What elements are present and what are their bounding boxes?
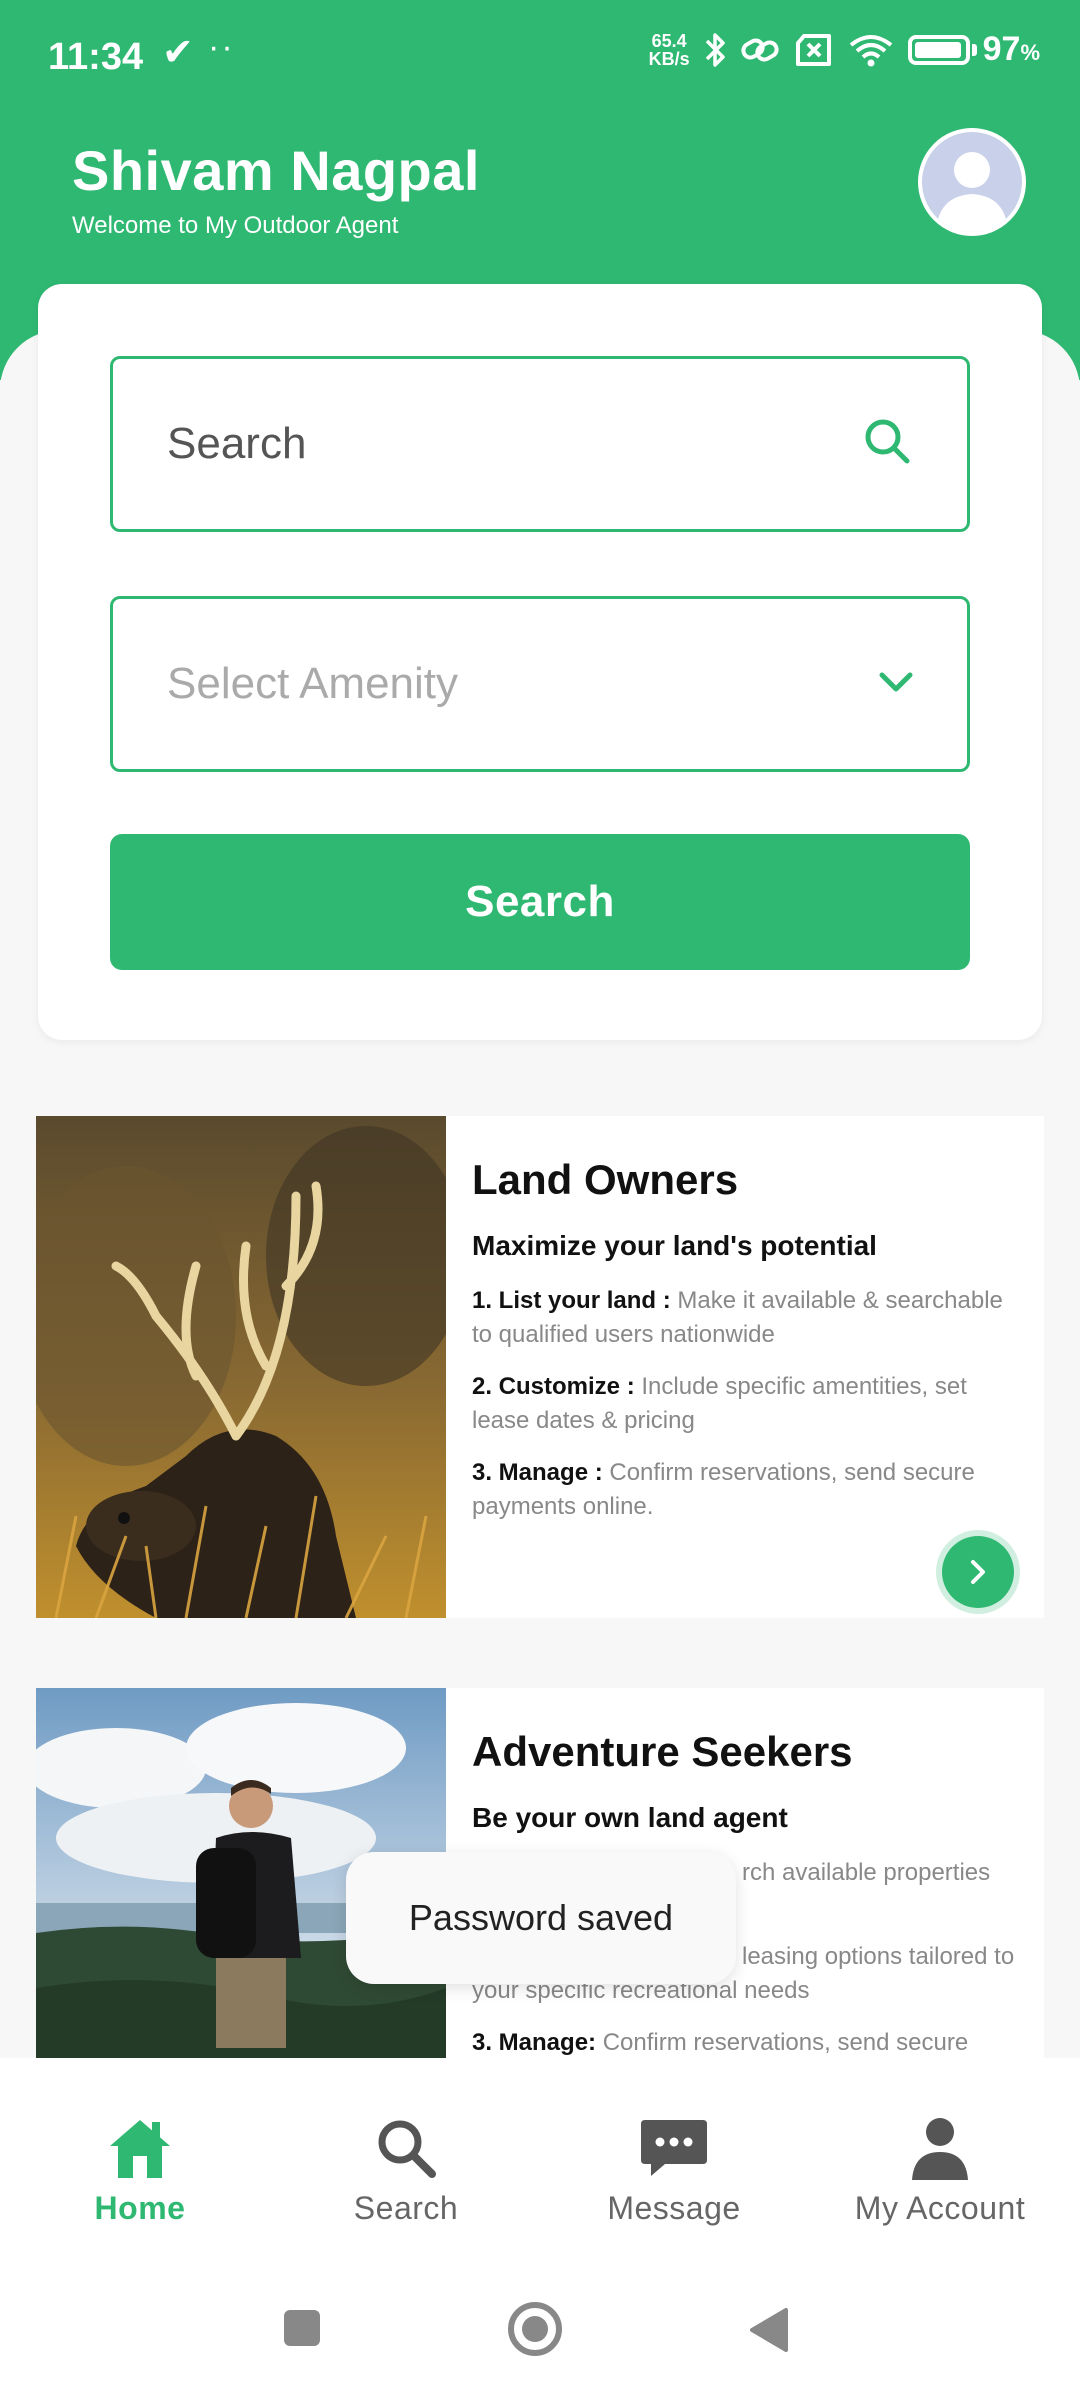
feature-step: 3. Manage: Confirm reservations, send se… bbox=[472, 2029, 969, 2056]
chevron-right-icon bbox=[971, 1560, 985, 1584]
nav-message-label: Message bbox=[607, 2190, 741, 2226]
search-input-placeholder: Search bbox=[167, 419, 307, 468]
feature-step: 3. Manage : Confirm reservations, send s… bbox=[472, 1459, 975, 1520]
back-button[interactable] bbox=[746, 2306, 790, 2359]
search-button[interactable]: Search bbox=[110, 834, 970, 970]
back-triangle-icon bbox=[750, 2308, 788, 2352]
nav-search-label: Search bbox=[353, 2190, 459, 2226]
search-card: Search Select Amenity Search bbox=[38, 284, 1042, 1040]
nav-account-label: My Account bbox=[854, 2190, 1026, 2226]
feature-title: Adventure Seekers bbox=[472, 1728, 853, 1775]
user-name: Shivam Nagpal bbox=[72, 139, 480, 202]
chat-bubble-icon bbox=[641, 2120, 707, 2176]
bluetooth-icon bbox=[704, 32, 726, 68]
recents-button[interactable] bbox=[280, 2306, 324, 2355]
feature-step: 1. List your land : Make it available & … bbox=[472, 1287, 1003, 1348]
bottom-nav: Home Search Message My Account bbox=[0, 2058, 1080, 2258]
nav-search[interactable]: Search bbox=[296, 2116, 516, 2227]
search-input[interactable]: Search bbox=[110, 356, 970, 532]
amenity-select[interactable]: Select Amenity bbox=[110, 596, 970, 772]
battery-percent: 97% bbox=[982, 30, 1040, 68]
home-system-button[interactable] bbox=[506, 2300, 564, 2363]
nav-account[interactable]: My Account bbox=[830, 2116, 1050, 2227]
nav-home-label: Home bbox=[94, 2190, 186, 2226]
user-avatar-icon bbox=[936, 152, 1008, 232]
avatar[interactable] bbox=[918, 128, 1026, 236]
feature-title: Land Owners bbox=[472, 1156, 739, 1203]
land-owners-card[interactable]: Land Owners Maximize your land's potenti… bbox=[36, 1116, 1044, 1618]
welcome-text: Welcome to My Outdoor Agent bbox=[72, 212, 399, 239]
link-icon bbox=[740, 32, 780, 68]
status-time: 11:34 bbox=[48, 36, 144, 78]
task-done-icon: ✔ bbox=[162, 32, 194, 74]
network-speed: 65.4 KB/s bbox=[649, 32, 690, 68]
chevron-down-icon bbox=[877, 669, 915, 700]
network-speed-unit: KB/s bbox=[648, 48, 690, 69]
amenity-select-placeholder: Select Amenity bbox=[167, 659, 459, 708]
home-icon bbox=[110, 2120, 170, 2178]
square-icon bbox=[284, 2310, 320, 2346]
wifi-icon bbox=[848, 33, 894, 67]
network-speed-value: 65.4 bbox=[651, 30, 687, 51]
feature-subtitle: Maximize your land's potential bbox=[472, 1230, 877, 1261]
sim-x-icon bbox=[794, 33, 834, 67]
password-saved-toast: Password saved bbox=[346, 1852, 736, 1984]
deer-image bbox=[36, 1116, 446, 1618]
search-icon[interactable] bbox=[861, 415, 915, 474]
status-bar: 11:34 ✔ ·· 65.4 KB/s 97% bbox=[0, 0, 1080, 118]
feature-subtitle: Be your own land agent bbox=[472, 1802, 788, 1833]
search-icon bbox=[378, 2120, 436, 2178]
land-owners-next-button[interactable] bbox=[942, 1536, 1014, 1608]
person-icon bbox=[912, 2118, 968, 2180]
system-nav-bar bbox=[0, 2258, 1080, 2400]
feature-step: 2. Customize : Include specific amentiti… bbox=[472, 1373, 967, 1434]
circle-icon bbox=[508, 2302, 562, 2356]
battery-icon: 97% bbox=[907, 30, 1040, 69]
nav-message[interactable]: Message bbox=[564, 2116, 784, 2227]
nav-home[interactable]: Home bbox=[30, 2116, 250, 2227]
notification-dots: ·· bbox=[208, 28, 235, 66]
